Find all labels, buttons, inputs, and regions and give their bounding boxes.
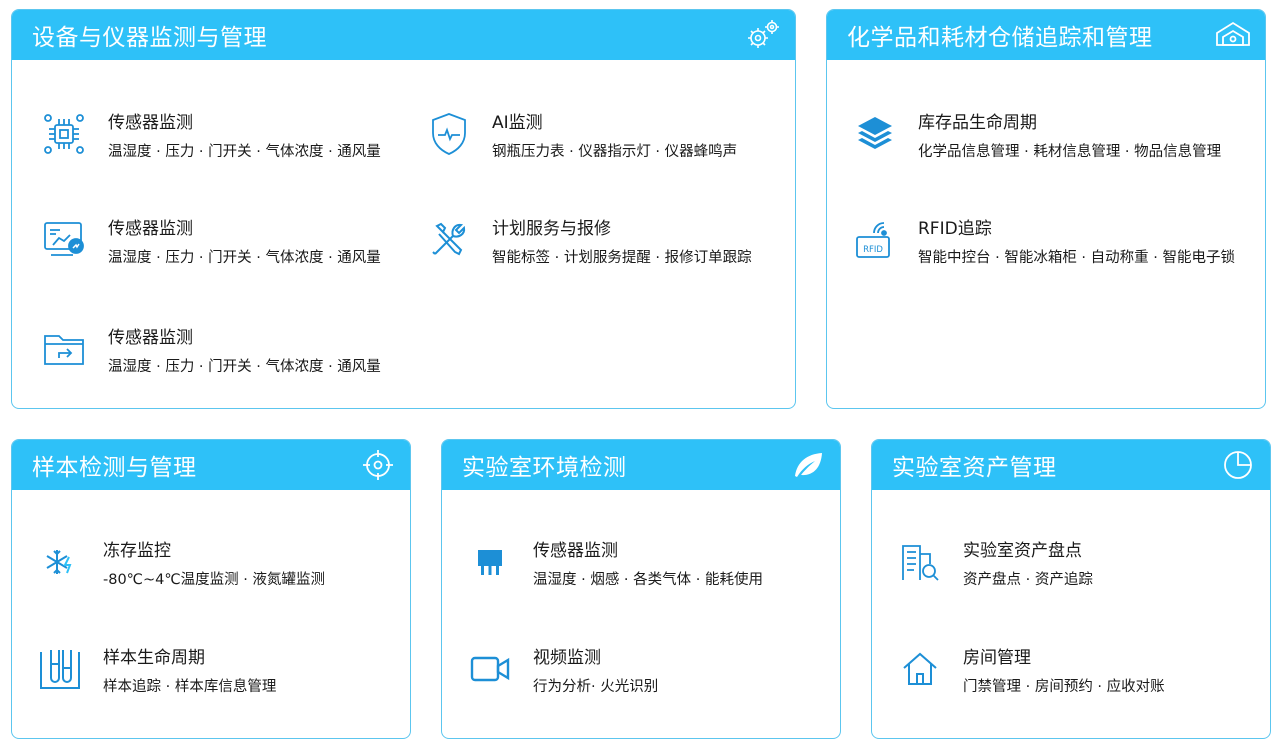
chemicals-item-lifecycle[interactable]: 库存品生命周期 化学品信息管理 · 耗材信息管理 · 物品信息管理 xyxy=(851,110,1261,160)
item-title: 实验室资产盘点 xyxy=(963,541,1082,561)
environment-card-title: 实验室环境检测 xyxy=(462,455,627,481)
item-desc: -80℃~4℃温度监测 · 液氮罐监测 xyxy=(103,572,325,588)
chemicals-card: 化学品和耗材仓储追踪和管理 库存品生命周期 化学品信息管理 · 耗材信息管理 ·… xyxy=(826,9,1266,409)
assets-card-header: 实验室资产管理 xyxy=(872,440,1270,490)
item-title: RFID追踪 xyxy=(918,219,992,239)
item-desc: 门禁管理 · 房间预约 · 应收对账 xyxy=(963,679,1165,695)
layers-icon xyxy=(851,110,899,158)
item-desc: 智能标签 · 计划服务提醒 · 报修订单跟踪 xyxy=(492,250,752,266)
environment-card-header: 实验室环境检测 xyxy=(442,440,840,490)
item-title: 传感器监测 xyxy=(108,219,193,239)
rfid-badge-text: RFID xyxy=(863,245,883,255)
item-desc: 行为分析· 火光识别 xyxy=(533,679,659,695)
gears-icon xyxy=(743,15,783,55)
building-search-icon xyxy=(896,538,944,586)
equipment-item-sensor-1[interactable]: 传感器监测 温湿度 · 压力 · 门开关 · 气体浓度 · 通风量 xyxy=(40,110,400,160)
shield-pulse-icon xyxy=(425,110,473,158)
video-camera-icon xyxy=(466,645,514,693)
item-desc: 智能中控台 · 智能冰箱柜 · 自动称重 · 智能电子锁 xyxy=(918,250,1235,266)
environment-item-sensor[interactable]: 传感器监测 温湿度 · 烟感 · 各类气体 · 能耗使用 xyxy=(466,538,836,588)
leaf-icon xyxy=(788,445,828,485)
item-desc: 钢瓶压力表 · 仪器指示灯 · 仪器蜂鸣声 xyxy=(492,144,738,160)
monitor-arm-icon xyxy=(40,216,88,264)
assets-card-title: 实验室资产管理 xyxy=(892,455,1057,481)
item-title: 计划服务与报修 xyxy=(492,219,611,239)
assets-item-room[interactable]: 房间管理 门禁管理 · 房间预约 · 应收对账 xyxy=(896,645,1266,695)
item-desc: 样本追踪 · 样本库信息管理 xyxy=(103,679,277,695)
chemicals-item-rfid[interactable]: RFID RFID追踪 智能中控台 · 智能冰箱柜 · 自动称重 · 智能电子锁 xyxy=(851,216,1261,266)
target-icon xyxy=(358,445,398,485)
samples-card-header: 样本检测与管理 xyxy=(12,440,410,490)
warehouse-icon xyxy=(1213,15,1253,55)
environment-card: 实验室环境检测 传感器监测 温湿度 · 烟感 · 各类气体 · 能耗使用 视频监… xyxy=(441,439,841,739)
item-title: AI监测 xyxy=(492,113,543,133)
equipment-card: 设备与仪器监测与管理 传感器监测 温湿度 · 压力 · 门开关 · 气体浓度 ·… xyxy=(11,9,796,409)
equipment-item-ai-monitor[interactable]: AI监测 钢瓶压力表 · 仪器指示灯 · 仪器蜂鸣声 xyxy=(425,110,785,160)
equipment-item-sensor-2[interactable]: 传感器监测 温湿度 · 压力 · 门开关 · 气体浓度 · 通风量 xyxy=(40,216,400,266)
samples-item-lifecycle[interactable]: 样本生命周期 样本追踪 · 样本库信息管理 xyxy=(36,645,406,695)
item-title: 传感器监测 xyxy=(108,113,193,133)
item-desc: 温湿度 · 烟感 · 各类气体 · 能耗使用 xyxy=(533,572,763,588)
item-title: 库存品生命周期 xyxy=(918,113,1037,133)
home-icon xyxy=(896,645,944,693)
rfid-icon: RFID xyxy=(851,216,899,264)
chemicals-card-header: 化学品和耗材仓储追踪和管理 xyxy=(827,10,1265,60)
test-tubes-icon xyxy=(36,645,84,693)
environment-item-video[interactable]: 视频监测 行为分析· 火光识别 xyxy=(466,645,836,695)
item-desc: 温湿度 · 压力 · 门开关 · 气体浓度 · 通风量 xyxy=(108,144,381,160)
equipment-item-service-repair[interactable]: 计划服务与报修 智能标签 · 计划服务提醒 · 报修订单跟踪 xyxy=(425,216,785,266)
sensor-chip-icon xyxy=(40,110,88,158)
item-desc: 温湿度 · 压力 · 门开关 · 气体浓度 · 通风量 xyxy=(108,359,381,375)
chemicals-card-title: 化学品和耗材仓储追踪和管理 xyxy=(847,25,1153,51)
item-desc: 温湿度 · 压力 · 门开关 · 气体浓度 · 通风量 xyxy=(108,250,381,266)
equipment-card-header: 设备与仪器监测与管理 xyxy=(12,10,795,60)
samples-card: 样本检测与管理 冻存监控 -80℃~4℃温度监测 · 液氮罐监测 样本生命周期 … xyxy=(11,439,411,739)
folder-share-icon xyxy=(40,325,88,373)
samples-card-title: 样本检测与管理 xyxy=(32,455,197,481)
item-desc: 化学品信息管理 · 耗材信息管理 · 物品信息管理 xyxy=(918,144,1222,160)
item-desc: 资产盘点 · 资产追踪 xyxy=(963,572,1093,588)
wrench-screwdriver-icon xyxy=(425,216,473,264)
item-title: 视频监测 xyxy=(533,648,601,668)
samples-item-freezer[interactable]: 冻存监控 -80℃~4℃温度监测 · 液氮罐监测 xyxy=(36,538,406,588)
pie-chart-icon xyxy=(1218,445,1258,485)
equipment-card-title: 设备与仪器监测与管理 xyxy=(32,25,267,51)
item-title: 冻存监控 xyxy=(103,541,171,561)
assets-card: 实验室资产管理 实验室资产盘点 资产盘点 · 资产追踪 房间管理 门禁管理 · … xyxy=(871,439,1271,739)
item-title: 样本生命周期 xyxy=(103,648,205,668)
assets-item-inventory[interactable]: 实验室资产盘点 资产盘点 · 资产追踪 xyxy=(896,538,1266,588)
item-title: 房间管理 xyxy=(963,648,1031,668)
snowflake-icon xyxy=(36,538,84,586)
equipment-item-sensor-3[interactable]: 传感器监测 温湿度 · 压力 · 门开关 · 气体浓度 · 通风量 xyxy=(40,325,400,375)
sensor-icon xyxy=(466,538,514,586)
item-title: 传感器监测 xyxy=(533,541,618,561)
item-title: 传感器监测 xyxy=(108,328,193,348)
